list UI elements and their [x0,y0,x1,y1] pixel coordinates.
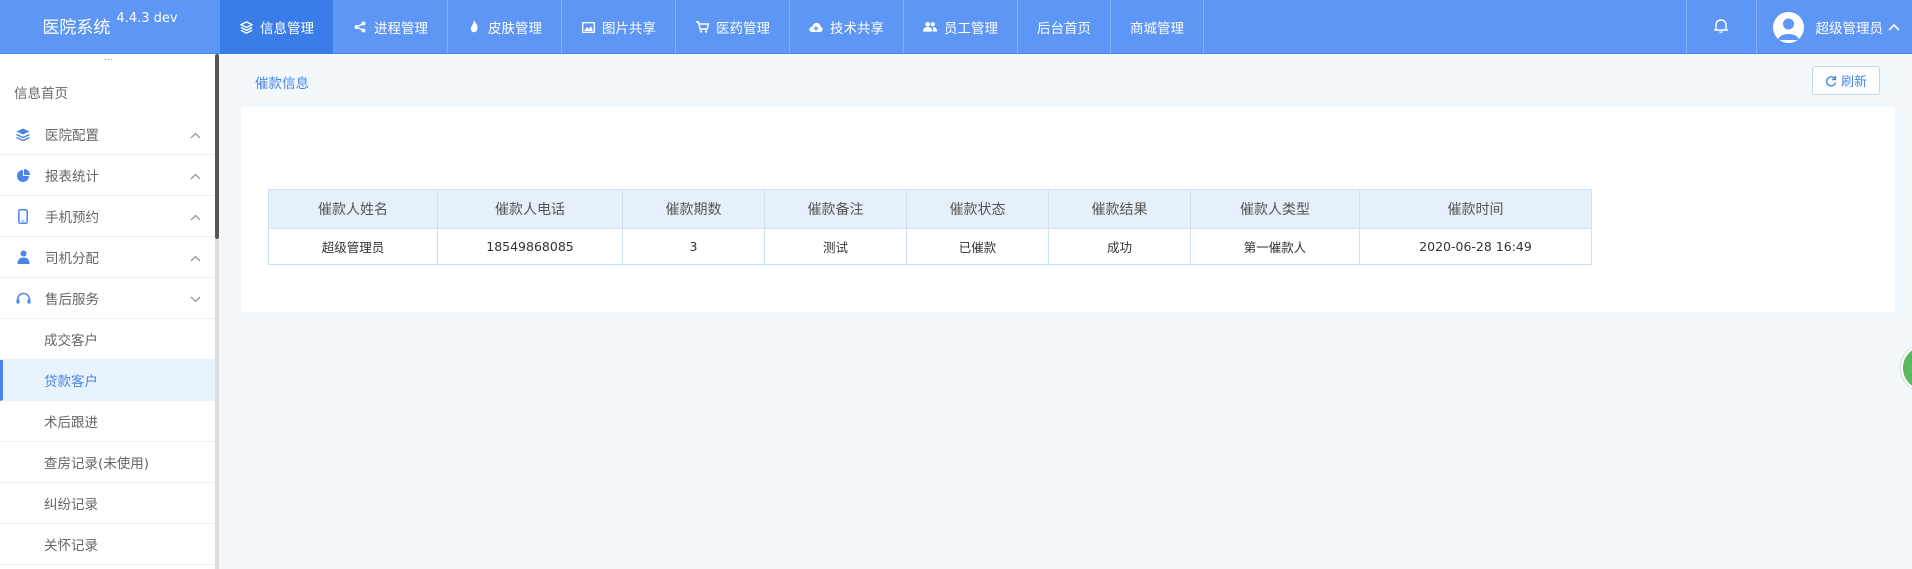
table-header-row: 催款人姓名 催款人电话 催款期数 催款备注 催款状态 催款结果 催款人类型 催款… [268,189,1592,229]
nav-label: 技术共享 [830,21,884,37]
table-row[interactable]: 超级管理员 18549868085 3 测试 已催款 成功 第一催款人 2020… [268,228,1592,265]
sidebar-item-label: 医院配置 [45,128,99,144]
user-name: 超级管理员 [1815,21,1884,37]
sidebar-subitem-label: 成交客户 [44,333,98,349]
column-header[interactable]: 催款备注 [764,189,907,229]
column-header[interactable]: 催款人类型 [1190,189,1360,229]
sidebar-subitem-post-op[interactable]: 术后跟进 [0,401,217,442]
table-cell: 超级管理员 [268,228,438,265]
topbar-right: 超级管理员 [1685,0,1912,54]
image-icon [581,20,595,34]
main-content: 催款信息 刷新 催款人姓名 催款人电话 催款期数 催款备注 催款状态 催款结果 … [219,54,1912,569]
cube-icon [239,20,253,34]
notification-button[interactable] [1685,0,1757,54]
column-header[interactable]: 催款时间 [1359,189,1592,229]
breadcrumb: 催款信息 [255,76,309,92]
sidebar-subitem-label: 查房记录(未使用) [44,456,150,472]
chevron-up-icon [1888,23,1900,31]
table-cell: 第一催款人 [1190,228,1360,265]
nav-label: 医药管理 [716,21,770,37]
app-name: 医院系统 [42,18,111,38]
sidebar-collapse-handle[interactable]: ··· [0,56,217,66]
sidebar-item-after-sales[interactable]: 售后服务 [0,278,217,319]
nav-label: 信息管理 [260,21,314,37]
sidebar-subitem-care[interactable]: 关怀记录 [0,524,217,565]
sidebar-subitem-disputes[interactable]: 纠纷记录 [0,483,217,524]
nav-label: 商城管理 [1130,21,1184,37]
collection-table: 催款人姓名 催款人电话 催款期数 催款备注 催款状态 催款结果 催款人类型 催款… [268,189,1592,265]
nav-item-images[interactable]: 图片共享 [562,0,676,54]
sidebar-subitem-label: 贷款客户 [44,374,98,390]
driver-icon [15,249,31,265]
nav-item-process[interactable]: 进程管理 [334,0,448,54]
sidebar-item-label: 售后服务 [45,292,99,308]
main-nav: 信息管理 进程管理 皮肤管理 图片共享 医药管理 技术共享 员工管理 后台首页 … [220,0,1204,54]
sidebar-item-driver[interactable]: 司机分配 [0,237,217,278]
user-menu[interactable]: 超级管理员 [1757,0,1912,54]
chevron-up-icon [190,127,201,143]
nav-label: 皮肤管理 [488,21,542,37]
sidebar: ··· 信息首页 医院配置 报表统计 手机预约 司机分配 售后服务 成交客户 贷… [0,54,218,569]
chevron-up-icon [190,168,201,184]
refresh-button[interactable]: 刷新 [1812,66,1880,95]
refresh-icon [1825,75,1837,87]
pie-chart-icon [15,167,31,183]
nav-item-dashboard[interactable]: 后台首页 [1018,0,1111,54]
refresh-label: 刷新 [1840,75,1867,90]
sidebar-subitem-label: 关怀记录 [44,538,98,554]
column-header[interactable]: 催款状态 [906,189,1049,229]
sidebar-item-mobile-booking[interactable]: 手机预约 [0,196,217,237]
nav-item-tech[interactable]: 技术共享 [790,0,904,54]
support-icon [15,290,31,306]
sidebar-subitem-label: 纠纷记录 [44,497,98,513]
table-cell: 18549868085 [437,228,623,265]
chevron-up-icon [190,250,201,266]
chevron-up-icon [190,209,201,225]
sidebar-subitem-closed-deals[interactable]: 成交客户 [0,319,217,360]
sidebar-home-link[interactable]: 信息首页 [14,82,68,102]
app-version: 4.4.3 dev [116,11,178,26]
table-cell: 2020-06-28 16:49 [1359,228,1592,265]
nav-item-medicine[interactable]: 医药管理 [676,0,790,54]
top-navbar: 医院系统 4.4.3 dev 信息管理 进程管理 皮肤管理 图片共享 医药管理 … [0,0,1912,54]
nav-item-staff[interactable]: 员工管理 [904,0,1018,54]
flame-icon [467,20,481,34]
nav-label: 员工管理 [944,21,998,37]
sidebar-item-reports[interactable]: 报表统计 [0,155,217,196]
nav-item-skin[interactable]: 皮肤管理 [448,0,562,54]
nav-item-shop[interactable]: 商城管理 [1111,0,1204,54]
sidebar-item-label: 报表统计 [45,169,99,185]
layers-icon [15,126,31,142]
nav-label: 后台首页 [1037,21,1091,37]
nav-label: 进程管理 [374,21,428,37]
table-cell: 3 [622,228,765,265]
chevron-down-icon [190,291,201,307]
mobile-icon [15,208,31,224]
app-brand[interactable]: 医院系统 4.4.3 dev [0,0,220,54]
sidebar-item-hospital-config[interactable]: 医院配置 [0,114,217,155]
users-icon [923,20,937,34]
nav-item-info[interactable]: 信息管理 [220,0,334,54]
table-cell: 已催款 [906,228,1049,265]
bell-icon [1713,18,1729,37]
sidebar-item-label: 司机分配 [45,251,99,267]
cloud-upload-icon [809,20,823,34]
table-cell: 成功 [1048,228,1191,265]
sidebar-item-label: 手机预约 [45,210,99,226]
table-panel: 催款人姓名 催款人电话 催款期数 催款备注 催款状态 催款结果 催款人类型 催款… [241,107,1895,312]
column-header[interactable]: 催款人姓名 [268,189,438,229]
cart-icon [695,20,709,34]
nav-label: 图片共享 [602,21,656,37]
column-header[interactable]: 催款人电话 [437,189,623,229]
column-header[interactable]: 催款结果 [1048,189,1191,229]
column-header[interactable]: 催款期数 [622,189,765,229]
sidebar-subitem-label: 术后跟进 [44,415,98,431]
table-cell: 测试 [764,228,907,265]
sidebar-subitem-loan-customers[interactable]: 贷款客户 [0,360,217,401]
share-icon [353,20,367,34]
sidebar-subitem-ward-rounds[interactable]: 查房记录(未使用) [0,442,217,483]
avatar [1772,11,1804,43]
sidebar-menu: 医院配置 报表统计 手机预约 司机分配 售后服务 成交客户 贷款客户 术后跟进 … [0,114,217,565]
